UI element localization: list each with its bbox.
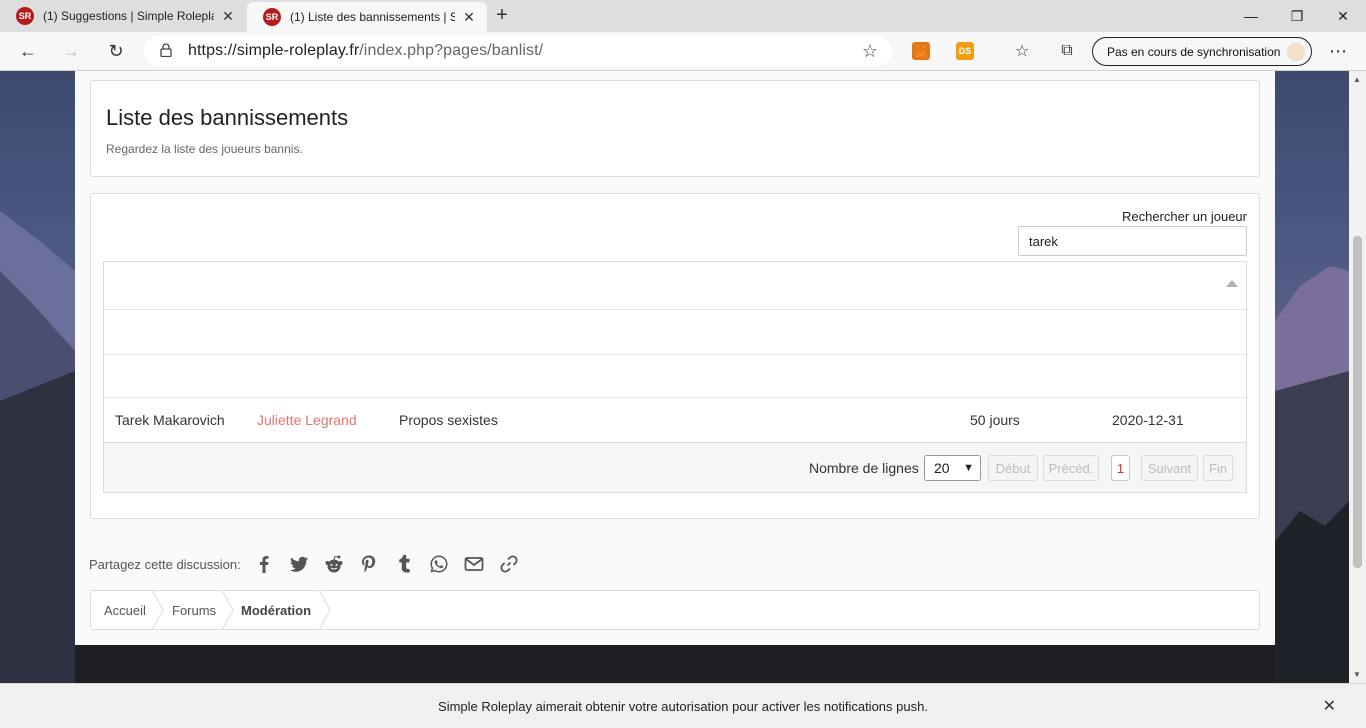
- table-footer: Nombre de lignes 20 ▼ Début Précéd. 1 Su…: [104, 442, 1246, 492]
- notification-text: Simple Roleplay aimerait obtenir votre a…: [438, 698, 928, 714]
- last-page-button[interactable]: Fin: [1203, 455, 1233, 481]
- search-label: Rechercher un joueur: [1121, 209, 1247, 224]
- breadcrumb-item-forums[interactable]: Forums: [172, 603, 216, 618]
- sync-status-label: Pas en cours de synchronisation: [1107, 44, 1281, 59]
- scroll-down-icon[interactable]: ▼: [1353, 670, 1361, 679]
- previous-page-button[interactable]: Précéd.: [1043, 455, 1099, 481]
- reload-icon[interactable]: ↻: [102, 38, 130, 64]
- breadcrumb: Accueil Forums Modération: [90, 590, 1260, 630]
- breadcrumb-separator: [318, 590, 331, 630]
- window-controls: — ❐ ✕: [1228, 0, 1366, 32]
- close-notification-icon[interactable]: ✕: [1323, 696, 1336, 716]
- site-favicon-icon: SR: [263, 8, 281, 26]
- current-page-button[interactable]: 1: [1111, 455, 1130, 481]
- site-favicon-icon: SR: [16, 7, 34, 25]
- tab-suggestions[interactable]: SR (1) Suggestions | Simple Roleplay ✕: [0, 0, 246, 32]
- share-label: Partagez cette discussion:: [89, 556, 241, 572]
- breadcrumb-separator: [221, 590, 234, 630]
- whatsapp-icon[interactable]: [422, 552, 457, 576]
- page-viewport: Liste des bannissements Regardez la list…: [0, 71, 1349, 683]
- facebook-icon[interactable]: [247, 552, 282, 576]
- restore-icon[interactable]: ❐: [1274, 0, 1320, 32]
- favorites-icon[interactable]: ☆: [1008, 38, 1036, 64]
- minimize-icon[interactable]: —: [1228, 0, 1274, 32]
- breadcrumb-separator: [151, 590, 164, 630]
- ban-date-cell: 2020-12-31: [1112, 412, 1184, 428]
- address-bar[interactable]: https://simple-roleplay.fr/index.php?pag…: [144, 36, 892, 66]
- lock-icon[interactable]: [160, 42, 188, 60]
- page-header: Liste des bannissements Regardez la list…: [90, 80, 1260, 177]
- staff-name-link[interactable]: Juliette Legrand: [257, 412, 357, 428]
- table-row: Tarek Makarovich Juliette Legrand Propos…: [104, 398, 1246, 442]
- back-icon[interactable]: ←: [14, 38, 42, 64]
- close-window-icon[interactable]: ✕: [1320, 0, 1366, 32]
- forward-icon[interactable]: →: [57, 38, 85, 64]
- reddit-icon[interactable]: [317, 552, 352, 576]
- chevron-down-icon: ▼: [963, 462, 974, 474]
- breadcrumb-item-moderation[interactable]: Modération: [241, 603, 311, 618]
- ds-extension-icon[interactable]: DS: [956, 42, 974, 60]
- breadcrumb-item-accueil[interactable]: Accueil: [104, 603, 146, 618]
- tab-title: (1) Liste des bannissements | Simple Rol…: [290, 10, 455, 24]
- url-text: https://simple-roleplay.fr/index.php?pag…: [188, 42, 544, 59]
- first-page-button[interactable]: Début: [988, 455, 1038, 481]
- tumblr-icon[interactable]: [387, 552, 422, 576]
- row-divider: [104, 354, 1246, 355]
- next-page-button[interactable]: Suivant: [1141, 455, 1198, 481]
- share-bar: Partagez cette discussion:: [89, 549, 527, 579]
- browser-toolbar: ← → ↻ https://simple-roleplay.fr/index.p…: [0, 32, 1366, 71]
- more-menu-icon[interactable]: ⋯: [1324, 38, 1352, 64]
- page-scrollbar[interactable]: ▲ ▼: [1349, 71, 1366, 683]
- email-icon[interactable]: [457, 552, 492, 576]
- page-title: Liste des bannissements: [106, 105, 349, 130]
- collections-icon[interactable]: ⧉: [1053, 38, 1081, 64]
- new-tab-button[interactable]: +: [491, 4, 513, 28]
- tab-banlist[interactable]: SR (1) Liste des bannissements | Simple …: [247, 2, 487, 32]
- favorite-star-icon[interactable]: ☆: [862, 41, 878, 62]
- metamask-extension-icon[interactable]: [912, 42, 930, 60]
- sync-status-button[interactable]: Pas en cours de synchronisation: [1092, 37, 1312, 66]
- banlist-table: Tarek Makarovich Juliette Legrand Propos…: [103, 261, 1247, 493]
- player-name-cell: Tarek Makarovich: [115, 412, 225, 428]
- link-icon[interactable]: [492, 552, 527, 576]
- banlist-panel: Rechercher un joueur Tarek Makarovich Ju…: [90, 193, 1260, 519]
- profile-avatar: [1287, 43, 1305, 61]
- tab-title: (1) Suggestions | Simple Roleplay: [43, 9, 214, 23]
- close-tab-icon[interactable]: ✕: [220, 8, 236, 25]
- player-search-input[interactable]: [1018, 226, 1247, 256]
- twitter-icon[interactable]: [282, 552, 317, 576]
- scrollbar-thumb[interactable]: [1353, 236, 1362, 568]
- scroll-up-icon[interactable]: ▲: [1353, 75, 1361, 84]
- ban-duration-cell: 50 jours: [970, 412, 1020, 428]
- sort-ascending-icon[interactable]: [1226, 280, 1238, 287]
- page-description: Regardez la liste des joueurs bannis.: [106, 142, 303, 156]
- rows-per-page-label: Nombre de lignes: [809, 460, 919, 476]
- table-header: [104, 262, 1246, 310]
- close-tab-icon[interactable]: ✕: [461, 9, 477, 26]
- pinterest-icon[interactable]: [352, 552, 387, 576]
- ban-reason-cell: Propos sexistes: [399, 412, 498, 428]
- tab-bar: SR (1) Suggestions | Simple Roleplay ✕ S…: [0, 0, 1366, 32]
- forum-container: Liste des bannissements Regardez la list…: [75, 71, 1275, 645]
- rows-per-page-select[interactable]: 20 ▼: [924, 455, 981, 481]
- push-notification-bar: Simple Roleplay aimerait obtenir votre a…: [0, 683, 1366, 728]
